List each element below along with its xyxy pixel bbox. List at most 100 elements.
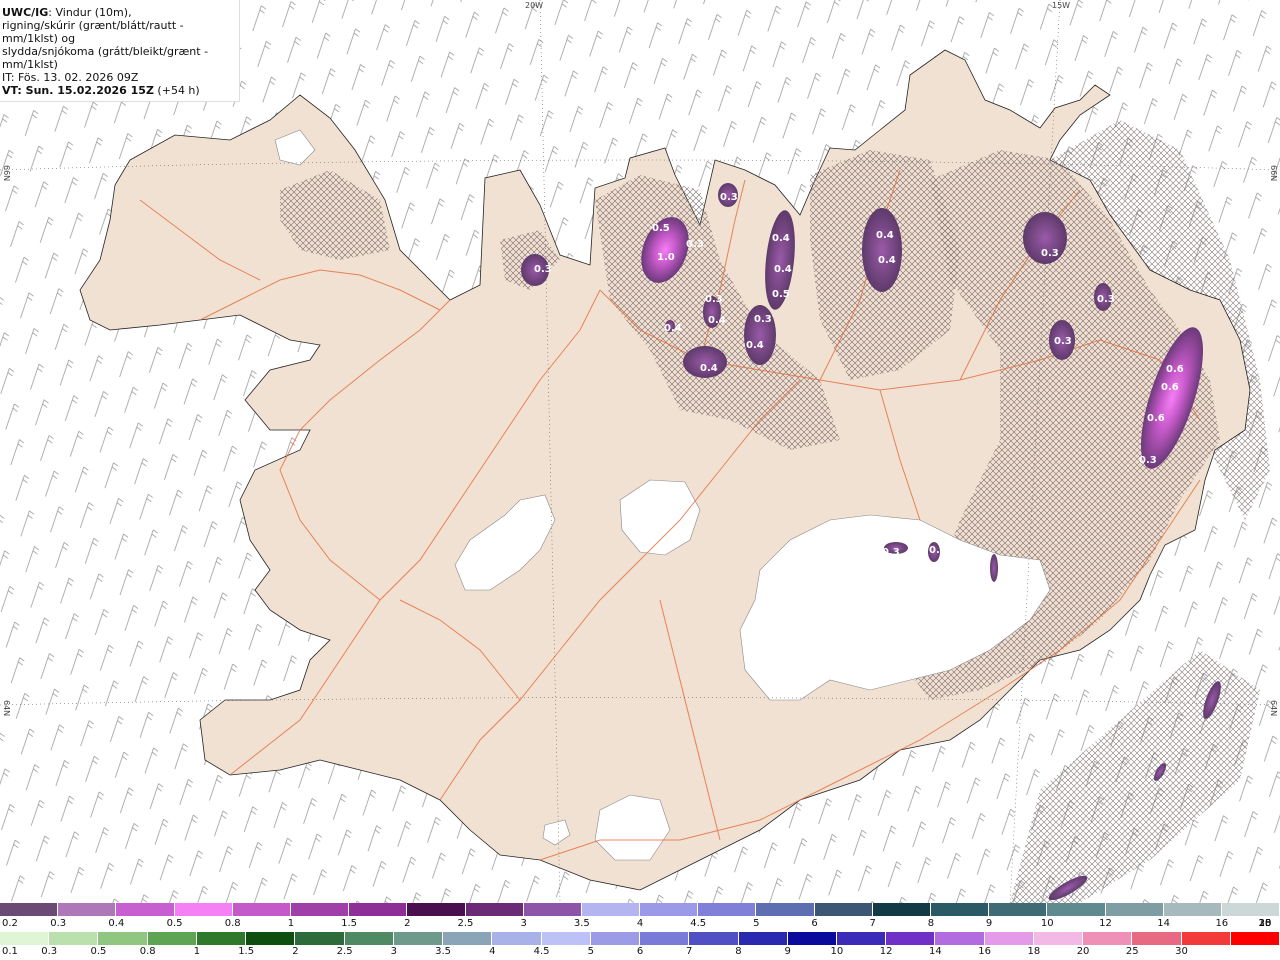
lat-label-64n-right: 64N: [1269, 700, 1278, 717]
legend-labels-rain: 0.1 0.3 0.5 0.8 1 1.5 2 2.5 3 3.5 4 4.5 5 6 7 8 9 10 12 14 1…: [0, 946, 1280, 959]
precip-label: 1.0: [657, 252, 675, 263]
legend-label: 8: [735, 946, 742, 957]
legend-swatch: [0, 903, 59, 916]
precip-label: 0.3: [686, 239, 704, 250]
legend-label: 2: [292, 946, 299, 957]
legend-label: 30: [1258, 918, 1272, 929]
legend-swatch: [1033, 932, 1084, 945]
legend-swatch: [698, 903, 757, 916]
legend-label: 8: [927, 918, 935, 929]
precip-label: 0.3: [1139, 455, 1157, 466]
lat-label-64n-left: 64N: [2, 700, 11, 717]
legend-label: 7: [686, 946, 693, 957]
legend-label: 0.8: [224, 918, 241, 929]
legend-swatch: [1047, 903, 1106, 916]
legend-swatch: [787, 932, 837, 945]
legend-label: 7: [869, 918, 876, 929]
legend-label: 2: [404, 918, 411, 929]
legend-colorbar-rain: [0, 932, 1280, 945]
precip-label: 0.4: [700, 363, 718, 374]
legend-swatch: [989, 903, 1048, 916]
legend-label: 16: [978, 946, 991, 957]
precip-label: 0.3: [754, 314, 772, 325]
precip-label: 0.6: [1147, 413, 1165, 424]
lat-label-66n-left: 66N: [2, 165, 11, 182]
legend-label: 9: [985, 918, 993, 929]
legend-label: 2.5: [457, 918, 474, 929]
legend-label: 12: [879, 946, 893, 957]
precip-label: 0.3: [534, 264, 552, 275]
lat-label-66n-right: 66N: [1269, 165, 1278, 182]
legend-label: 5: [587, 946, 594, 957]
valid-time-date: VT: Sun. 15.02.2026 15Z: [2, 84, 154, 97]
legend-swatch: [246, 932, 296, 945]
precip-label: 0.5: [652, 223, 670, 234]
legend-label: 3.5: [435, 946, 452, 957]
legend-swatch: [344, 932, 394, 945]
precip-label: 0.4: [708, 315, 726, 326]
precip-cell: [862, 208, 902, 292]
legend-swatch: [872, 903, 931, 916]
legend-swatch: [886, 932, 936, 945]
legend-swatch: [290, 903, 350, 916]
precip-label: 0.4: [774, 264, 792, 275]
map-info-box: UWC/IG: Vindur (10m), rigning/skúrir (gr…: [0, 0, 240, 102]
legend-label: 4.5: [533, 946, 550, 957]
legend-swatch: [116, 903, 175, 916]
legend-label: 14: [929, 946, 942, 957]
valid-time-offset: (+54 h): [153, 84, 200, 97]
precip-label: 0.6: [1161, 382, 1179, 393]
legend-label: 3.5: [573, 918, 590, 929]
legend-swatch: [232, 903, 291, 916]
legend-label: 6: [636, 946, 644, 957]
legend-swatch: [640, 932, 690, 945]
legend-swatch: [1230, 932, 1280, 945]
legend-label: 9: [784, 946, 791, 957]
legend-swatch: [931, 903, 990, 916]
precip-label: 0.4: [746, 340, 764, 351]
legend-swatch: [836, 932, 887, 945]
legend-label: 0.5: [166, 918, 183, 929]
precip-label: 0.4: [876, 230, 894, 241]
legend-swatch: [1221, 903, 1280, 916]
legend-swatch: [393, 932, 444, 945]
precip-label: 0.5: [772, 289, 790, 300]
legend-swatch: [738, 932, 788, 945]
legend-swatch: [590, 932, 641, 945]
weather-map: 0.3 1.0 0.5 0.3 0.4 0.4 0.4 0.3 0.3 0.4 …: [0, 0, 1280, 903]
legend-swatch: [98, 932, 148, 945]
precip-label: 0.4: [772, 233, 790, 244]
legend-swatch: [492, 932, 542, 945]
precip-label: 0.3: [1097, 294, 1115, 305]
legend-label: 1: [287, 918, 295, 929]
precip-label: 0.3: [882, 547, 900, 558]
legend-swatch: [814, 903, 873, 916]
legend-swatch: [756, 903, 815, 916]
info-line-1: UWC/IG: Vindur (10m),: [2, 6, 239, 19]
legend-colorbar-snow: [0, 903, 1280, 916]
legend-label: 1: [193, 946, 201, 957]
legend-label: 1.5: [238, 946, 255, 957]
legend-swatch: [1105, 903, 1164, 916]
legend-label: 10: [830, 946, 844, 957]
legend-swatch: [581, 903, 641, 916]
legend-label: 4.5: [690, 918, 707, 929]
legend-labels-snow: 0.2 0.3 0.4 0.5 0.8 1 1.5 2 2.5 3 3.5 4 4.5 5 6 7 8 9 10 12…: [0, 918, 1280, 931]
init-time: IT: Fös. 13. 02. 2026 09Z: [2, 71, 139, 84]
legend-swatch: [443, 932, 493, 945]
legend-swatch: [147, 932, 197, 945]
legend-label: 3: [520, 918, 527, 929]
legend-swatch: [349, 903, 408, 916]
legend-swatch: [0, 932, 50, 945]
legend-label: 3: [390, 946, 398, 957]
legend-label: 5: [753, 918, 760, 929]
legend-label: 0.2: [2, 918, 18, 929]
legend-swatch: [523, 903, 582, 916]
legend-label: 2.5: [336, 946, 353, 957]
legend-swatch: [49, 932, 99, 945]
precip-label: 0.6: [1166, 364, 1184, 375]
legend-label: 0.8: [139, 946, 156, 957]
legend-swatch: [196, 932, 247, 945]
legend-swatch: [935, 932, 985, 945]
legend-label: 0.3: [41, 946, 58, 957]
